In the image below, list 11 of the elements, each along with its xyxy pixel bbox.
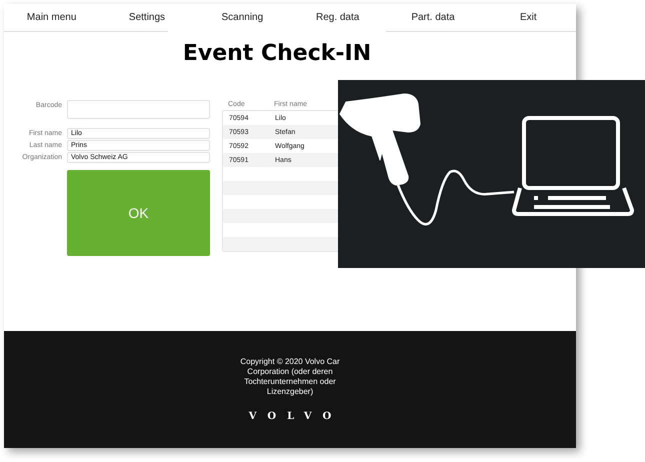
nav-tab[interactable]: Settings: [128, 12, 166, 23]
brand-logo: VOLVO: [248, 411, 342, 422]
nav-tab[interactable]: Exit: [520, 12, 537, 23]
nav-tab[interactable]: Reg. data: [316, 12, 360, 23]
copyright-text: Copyright © 2020 Volvo Car Corporation (oder deren Tochterunternehmen oder Lizenzgeber): [239, 357, 341, 397]
nav-tab[interactable]: Main menu: [26, 12, 76, 23]
nav-tab[interactable]: Scanning: [221, 12, 264, 23]
laptop-icon: [512, 116, 634, 216]
barcode-field[interactable]: [67, 100, 210, 119]
nav-tab[interactable]: Part. data: [411, 12, 455, 23]
page-title: Event Check-IN: [182, 40, 372, 66]
